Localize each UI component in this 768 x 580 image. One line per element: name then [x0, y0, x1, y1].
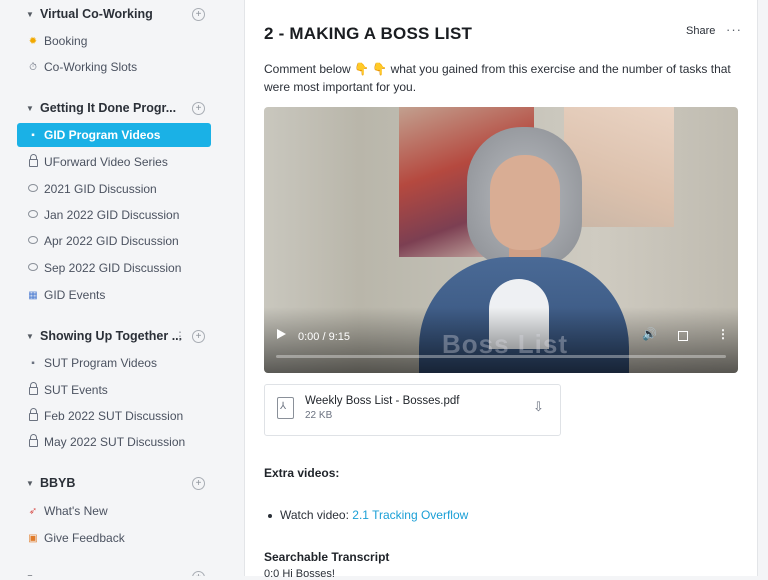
- add-icon[interactable]: +: [192, 476, 205, 490]
- sidebar-item-gid-program-videos[interactable]: ▪ GID Program Videos: [17, 123, 211, 147]
- sidebar-item-label: Apr 2022 GID Discussion: [44, 234, 179, 248]
- file-attachment[interactable]: Weekly Boss List - Bosses.pdf 22 KB ⇩: [264, 384, 561, 436]
- sidebar-item-co-working-slots[interactable]: ⏱ Co-Working Slots: [17, 55, 211, 79]
- sidebar-item-sut-program-videos[interactable]: ▪ SUT Program Videos: [17, 351, 211, 375]
- kebab-menu-icon[interactable]: ⋮: [174, 329, 186, 343]
- caret-down-icon[interactable]: ▼: [26, 573, 34, 577]
- fullscreen-icon[interactable]: [678, 331, 688, 341]
- chat-bubble-icon: [27, 235, 39, 247]
- sidebar-item-label: Sep 2022 GID Discussion: [44, 261, 182, 275]
- section-title: BBYB: [40, 476, 76, 490]
- add-icon[interactable]: +: [192, 570, 205, 576]
- sidebar-item-apr-2022-gid-discussion[interactable]: Apr 2022 GID Discussion: [17, 229, 211, 253]
- bullet-icon: [268, 513, 272, 518]
- chat-bubble-icon: [27, 209, 39, 221]
- section-header-getting-it-done[interactable]: ▼ Getting It Done Progr... +: [0, 97, 244, 119]
- play-icon[interactable]: [277, 329, 286, 339]
- tracking-overflow-link[interactable]: 2.1 Tracking Overflow: [352, 508, 468, 522]
- sidebar-item-label: Feb 2022 SUT Discussion: [44, 409, 184, 423]
- sidebar-item-give-feedback[interactable]: ▣ Give Feedback: [17, 526, 211, 550]
- sidebar-item-booking[interactable]: ✹ Booking: [17, 29, 211, 53]
- transcript-heading: Searchable Transcript: [264, 550, 390, 564]
- extra-videos-heading: Extra videos:: [264, 466, 340, 480]
- sidebar-item-label: Co-Working Slots: [44, 60, 138, 74]
- sidebar-item-label: What's New: [44, 504, 108, 518]
- more-vertical-icon[interactable]: ⋮: [717, 327, 729, 341]
- pdf-file-icon: [277, 397, 294, 419]
- calendar-icon: ▦: [28, 289, 38, 301]
- lock-icon: [27, 153, 39, 168]
- video-camera-icon: ▪: [31, 357, 35, 369]
- section-header-bbyb[interactable]: ▼ BBYB +: [0, 472, 244, 494]
- sidebar-item-feb-2022-sut-discussion[interactable]: Feb 2022 SUT Discussion: [17, 404, 211, 428]
- sidebar-item-label: GID Events: [44, 288, 106, 302]
- lock-icon: [27, 407, 39, 422]
- sidebar-item-label: SUT Events: [44, 383, 108, 397]
- lock-icon: [27, 433, 39, 448]
- share-button[interactable]: Share: [686, 25, 715, 37]
- sidebar-item-label: May 2022 SUT Discussion: [44, 435, 186, 449]
- caret-down-icon[interactable]: ▼: [26, 479, 34, 488]
- chat-bubble-icon: [27, 262, 39, 274]
- sidebar-item-2021-gid-discussion[interactable]: 2021 GID Discussion: [17, 177, 211, 201]
- sidebar-item-whats-new[interactable]: ➶ What's New: [17, 499, 211, 523]
- rocket-icon: ➶: [28, 505, 38, 517]
- sidebar: ▼ Virtual Co-Working + ✹ Booking ⏱ Co-Wo…: [0, 0, 245, 576]
- sidebar-item-may-2022-sut-discussion[interactable]: May 2022 SUT Discussion: [17, 430, 211, 454]
- transcript-line: 0:0 Hi Bosses!: [264, 568, 335, 580]
- video-frame-person: [490, 155, 560, 250]
- gift-icon: ▣: [28, 532, 38, 544]
- main-content: 2 - MAKING A BOSS LIST Share ··· Comment…: [245, 0, 757, 580]
- sidebar-item-sep-2022-gid-discussion[interactable]: Sep 2022 GID Discussion: [17, 256, 211, 280]
- right-scroll-gutter: [757, 0, 768, 576]
- sidebar-item-sut-events[interactable]: SUT Events: [17, 378, 211, 402]
- section-title: Showing Up Together ...: [40, 329, 183, 343]
- sidebar-item-label: 2021 GID Discussion: [44, 182, 157, 196]
- bullet-text: Watch video:: [280, 508, 353, 522]
- section-title: Getting It Done Progr...: [40, 101, 177, 115]
- sidebar-item-jan-2022-gid-discussion[interactable]: Jan 2022 GID Discussion: [17, 203, 211, 227]
- caret-down-icon[interactable]: ▼: [26, 332, 34, 341]
- sidebar-item-label: Give Feedback: [44, 531, 125, 545]
- cloud-download-icon[interactable]: ⇩: [533, 399, 544, 415]
- sidebar-item-label: Jan 2022 GID Discussion: [44, 208, 180, 222]
- section-title: Virtual Co-Working: [40, 7, 153, 21]
- video-player[interactable]: Boss List 0:00 / 9:15 🔊 ⋮: [264, 107, 738, 373]
- video-camera-icon: ▪: [31, 129, 35, 141]
- intro-text: Comment below 👇 👇 what you gained from t…: [264, 62, 731, 94]
- sidebar-item-label: GID Program Videos: [44, 128, 161, 142]
- section-header-virtual-co-working[interactable]: ▼ Virtual Co-Working +: [0, 3, 244, 25]
- sun-icon: ✹: [28, 35, 38, 47]
- add-icon[interactable]: +: [192, 329, 205, 343]
- list-item: Watch video: 2.1 Tracking Overflow: [268, 508, 468, 522]
- section-header-next[interactable]: ▼ +: [0, 566, 244, 576]
- stopwatch-icon: ⏱: [29, 61, 37, 73]
- sidebar-item-label: SUT Program Videos: [44, 356, 157, 370]
- chat-bubble-icon: [27, 183, 39, 195]
- section-header-showing-up-together[interactable]: ▼ Showing Up Together ... ⋮ +: [0, 325, 244, 347]
- page-title: 2 - MAKING A BOSS LIST: [264, 24, 473, 43]
- attachment-size: 22 KB: [305, 410, 333, 421]
- lock-icon: [27, 381, 39, 396]
- sidebar-item-label: Booking: [44, 34, 88, 48]
- add-icon[interactable]: +: [192, 101, 205, 115]
- sidebar-item-gid-events[interactable]: ▦ GID Events: [17, 283, 211, 307]
- more-options-icon[interactable]: ···: [726, 22, 742, 37]
- caret-down-icon[interactable]: ▼: [26, 10, 34, 19]
- sidebar-item-label: UForward Video Series: [44, 155, 168, 169]
- add-icon[interactable]: +: [192, 7, 205, 21]
- volume-icon[interactable]: 🔊: [642, 327, 657, 341]
- attachment-name: Weekly Boss List - Bosses.pdf: [305, 395, 460, 407]
- video-time: 0:00 / 9:15: [298, 331, 350, 343]
- video-progress-bar[interactable]: [276, 355, 726, 358]
- caret-down-icon[interactable]: ▼: [26, 104, 34, 113]
- sidebar-item-uforward-video-series[interactable]: UForward Video Series: [17, 150, 211, 174]
